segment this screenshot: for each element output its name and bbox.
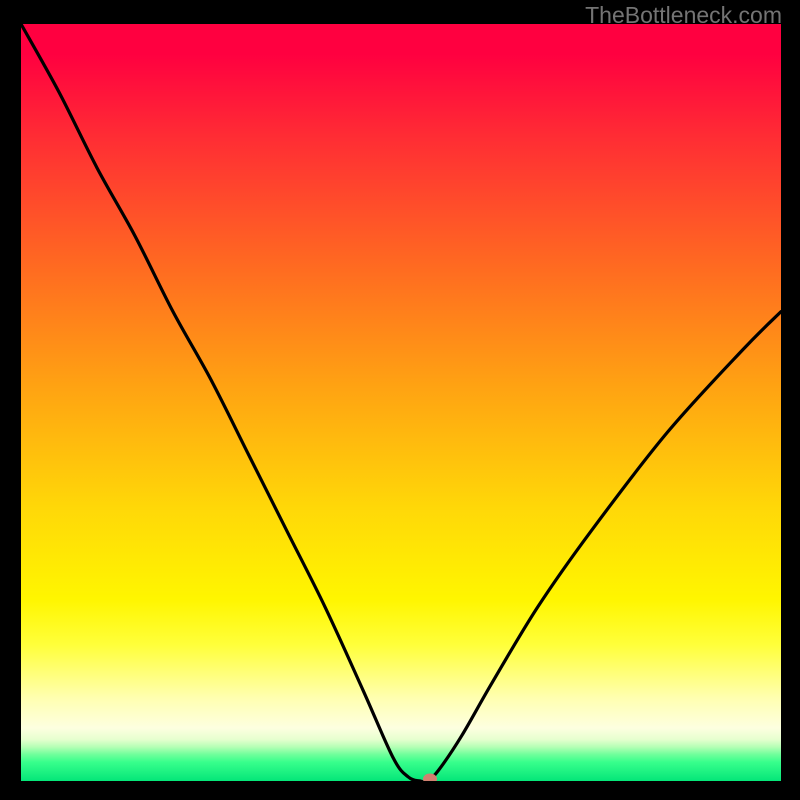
chart-frame: TheBottleneck.com (0, 0, 800, 800)
curve-svg (21, 24, 781, 781)
plot-area (21, 24, 781, 781)
optimum-marker (423, 773, 437, 781)
watermark-text: TheBottleneck.com (585, 2, 782, 29)
bottleneck-curve (21, 24, 781, 781)
